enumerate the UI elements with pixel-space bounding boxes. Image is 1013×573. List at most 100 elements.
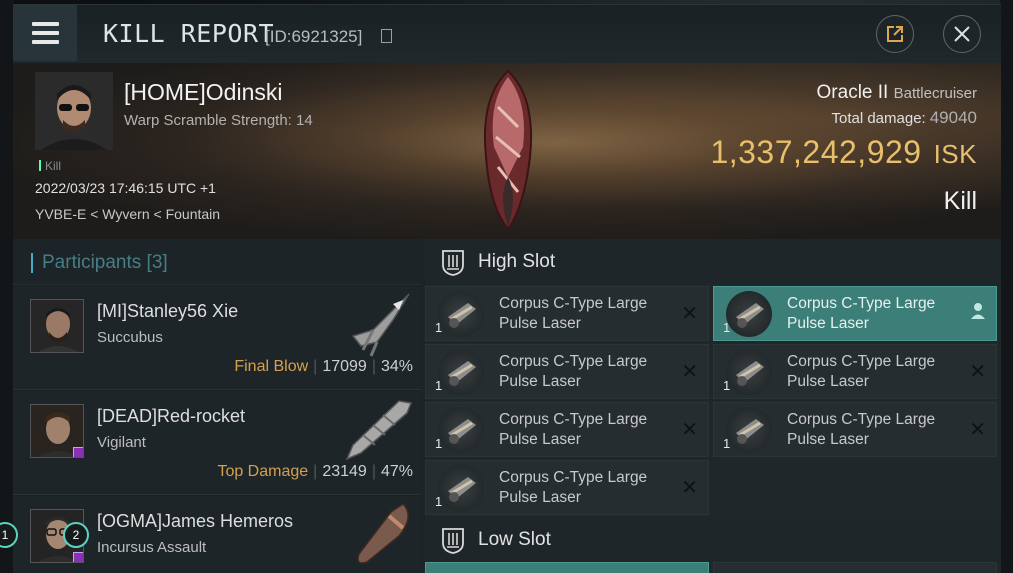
destroyed-icon: ✕ (681, 301, 698, 325)
participant-row[interactable]: [MI]Stanley56 Xie Succubus Final Blow | 17… (13, 286, 421, 390)
victim-name[interactable]: [HOME]Odinski (124, 79, 282, 106)
kill-tag: Kill (39, 159, 61, 173)
title-bar: KILL REPORT [ID:6921325] (13, 5, 1001, 63)
module-slot[interactable]: 1 Corpus C-Type Large Pulse Laser ✕ (425, 460, 709, 515)
module-quantity: 1 (723, 436, 731, 451)
module-slot[interactable]: 1 Corpus C-Type Large Pulse Laser ✕ (713, 344, 997, 399)
window-title: KILL REPORT (103, 19, 275, 48)
participant-damage: 17099 (322, 358, 367, 375)
corp-badge (73, 552, 83, 562)
pulse-laser-icon (726, 407, 772, 453)
module-quantity: 1 (435, 436, 443, 451)
high-slot-label: High Slot (478, 251, 556, 272)
participant-name[interactable]: [DEAD]Red-rocket (97, 406, 245, 427)
menu-icon-line (32, 40, 59, 44)
module-quantity: 1 (723, 378, 731, 393)
pulse-laser-icon (438, 349, 484, 395)
module-name: Corpus C-Type Large Pulse Laser (787, 353, 936, 390)
kill-location[interactable]: YVBE-E < Wyvern < Fountain (35, 206, 220, 222)
copy-icon[interactable] (381, 29, 392, 43)
participants-header[interactable]: Participants [3] (13, 239, 421, 285)
person-icon[interactable] (970, 302, 986, 320)
victim-ship-image[interactable] (468, 67, 548, 232)
participant-name[interactable]: [OGMA]James Hemeros (97, 511, 293, 532)
destroyed-icon: ✕ (681, 417, 698, 441)
pulse-laser-icon (438, 291, 484, 337)
participant-percent: 47% (380, 463, 413, 480)
participant-avatar[interactable] (30, 299, 84, 353)
menu-button[interactable] (13, 5, 77, 61)
ship-type[interactable]: Oracle II Battlecruiser (817, 82, 977, 104)
pulse-laser-icon (438, 407, 484, 453)
module-quantity: 1 (435, 320, 443, 335)
module-name: Corpus C-Type Large Pulse Laser (499, 469, 648, 506)
module-art (736, 303, 764, 328)
low-slot-header: Low Slot (425, 517, 1001, 563)
participant-percent: 34% (380, 358, 413, 375)
close-icon (954, 26, 970, 42)
module-slot[interactable]: 1 Corpus C-Type Large Pulse Laser ✕ (425, 402, 709, 457)
destroyed-icon: ✕ (969, 359, 986, 383)
module-slot[interactable]: 1 Corpus C-Type Large Pulse Laser ✕ (425, 344, 709, 399)
module-name: Corpus C-Type Large Pulse Laser (499, 295, 648, 332)
low-slot-icon (442, 528, 464, 554)
module-slot[interactable]: 1 Corpus C-Type Large Pulse Laser ✕ (713, 402, 997, 457)
kill-timestamp: 2022/03/23 17:46:15 UTC +1 (35, 180, 216, 196)
isk-value: 1,337,242,929 ISK (710, 134, 977, 171)
ship-name: Oracle II (816, 82, 889, 103)
low-slot-label: Low Slot (478, 529, 551, 550)
kill-type: Kill (943, 187, 977, 215)
module-slot[interactable]: 1 Corpus C-Type Large Pulse Laser (713, 286, 997, 341)
module-quantity: 1 (435, 494, 443, 509)
pulse-laser-icon (726, 349, 772, 395)
module-art (736, 419, 764, 444)
module-slot[interactable] (713, 562, 997, 573)
module-name: Corpus C-Type Large Pulse Laser (499, 411, 648, 448)
participant-row[interactable]: [DEAD]Red-rocket Vigilant Top Damage | 231… (13, 391, 421, 495)
top-damage-tag: Top Damage (217, 463, 309, 480)
left-edge-panel (0, 0, 14, 573)
participant-ship: Succubus (97, 329, 163, 346)
destroyed-icon: ✕ (969, 417, 986, 441)
pulse-laser-icon (726, 291, 772, 337)
participants-label: Participants [3] (42, 252, 168, 273)
module-art (448, 419, 476, 444)
participant-stats: Top Damage | 23149 | 47% (217, 463, 413, 480)
participant-ship-image[interactable] (333, 290, 415, 360)
pulse-laser-icon (438, 465, 484, 511)
module-slot[interactable] (425, 562, 709, 573)
participant-name[interactable]: [MI]Stanley56 Xie (97, 301, 238, 322)
menu-icon (32, 22, 59, 26)
module-quantity: 1 (723, 320, 731, 335)
participant-ship-image[interactable] (333, 500, 415, 570)
module-name: Corpus C-Type Large Pulse Laser (499, 353, 648, 390)
module-slot[interactable]: 1 Corpus C-Type Large Pulse Laser ✕ (425, 286, 709, 341)
open-external-button[interactable] (876, 15, 914, 53)
module-name: Corpus C-Type Large Pulse Laser (787, 411, 936, 448)
menu-icon-line (32, 31, 59, 35)
module-art (736, 361, 764, 386)
marker-2[interactable]: 2 (63, 522, 89, 548)
module-art (448, 303, 476, 328)
header-accent (31, 253, 33, 273)
participant-ship-image[interactable] (333, 395, 415, 465)
module-name: Corpus C-Type Large Pulse Laser (787, 295, 936, 332)
total-damage: Total damage: 49040 (831, 108, 977, 128)
destroyed-icon: ✕ (681, 359, 698, 383)
module-art (448, 477, 476, 502)
close-button[interactable] (943, 15, 981, 53)
module-art (448, 361, 476, 386)
isk-amount: 1,337,242,929 (710, 134, 922, 170)
module-quantity: 1 (435, 378, 443, 393)
victim-header: [HOME]Odinski Warp Scramble Strength: 14… (13, 63, 1001, 239)
fitting-panel: High Slot 1 Corpus C-Type Large Pulse La… (425, 239, 1001, 573)
final-blow-tag: Final Blow (234, 358, 309, 375)
victim-avatar (35, 72, 113, 150)
participant-avatar[interactable] (30, 404, 84, 458)
participant-damage: 23149 (322, 463, 367, 480)
participant-ship: Incursus Assault (97, 539, 207, 556)
victim-portrait[interactable] (35, 72, 113, 150)
high-slot-icon (442, 250, 464, 276)
ship-class: Battlecruiser (893, 85, 977, 102)
participant-portrait (31, 300, 83, 352)
